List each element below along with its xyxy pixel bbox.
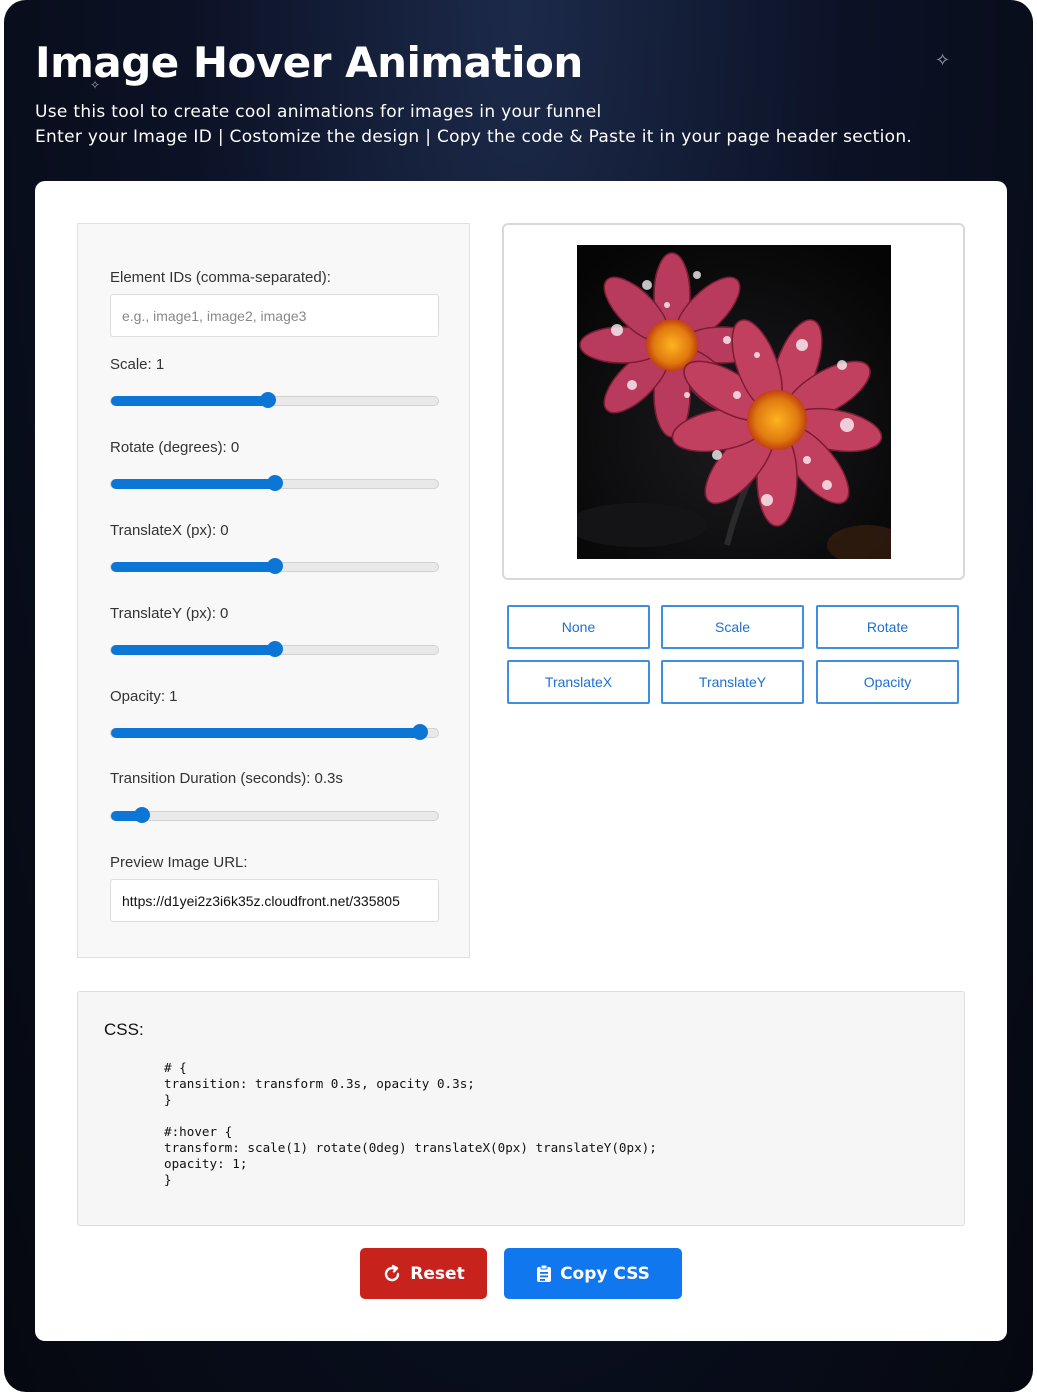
slider-thumb[interactable] xyxy=(134,807,150,823)
translatex-slider[interactable] xyxy=(110,558,439,574)
subtitle-line-2: Enter your Image ID | Costomize the desi… xyxy=(35,127,913,147)
slider-fill xyxy=(111,396,268,406)
duration-slider[interactable] xyxy=(110,807,439,823)
duration-label: Transition Duration (seconds): 0.3s xyxy=(110,770,343,787)
opacity-button[interactable]: Opacity xyxy=(816,660,959,704)
slider-fill xyxy=(111,562,275,572)
slider-thumb[interactable] xyxy=(267,641,283,657)
preview-url-label: Preview Image URL: xyxy=(110,854,248,871)
translatex-button[interactable]: TranslateX xyxy=(507,660,650,704)
scale-label: Scale: 1 xyxy=(110,356,165,373)
rotate-slider[interactable] xyxy=(110,475,439,491)
scale-button[interactable]: Scale xyxy=(661,605,804,649)
slider-thumb[interactable] xyxy=(267,558,283,574)
refresh-icon xyxy=(385,1264,400,1281)
page-subtitle: Use this tool to create cool animations … xyxy=(35,100,912,150)
slider-thumb[interactable] xyxy=(267,475,283,491)
preview-frame xyxy=(502,223,965,580)
element-ids-label: Element IDs (comma-separated): xyxy=(110,269,331,286)
opacity-label: Opacity: 1 xyxy=(110,688,178,705)
css-output-panel: CSS: # { transition: transform 0.3s, opa… xyxy=(77,991,965,1226)
clipboard-icon xyxy=(537,1264,552,1282)
slider-fill xyxy=(111,645,275,655)
reset-label: Reset xyxy=(410,1263,465,1284)
page-background: ✧ ✧ Image Hover Animation Use this tool … xyxy=(4,0,1033,1392)
slider-fill xyxy=(111,728,420,738)
rotate-label: Rotate (degrees): 0 xyxy=(110,439,240,456)
translatex-label: TranslateX (px): 0 xyxy=(110,522,229,539)
slider-fill xyxy=(111,479,275,489)
scale-slider[interactable] xyxy=(110,392,439,408)
copy-css-button[interactable]: Copy CSS xyxy=(504,1248,682,1299)
opacity-slider[interactable] xyxy=(110,724,439,740)
copy-css-label: Copy CSS xyxy=(560,1263,650,1284)
sparkle-icon: ✧ xyxy=(935,50,951,71)
css-label: CSS: xyxy=(104,1020,144,1039)
element-ids-input[interactable] xyxy=(110,294,439,337)
slider-thumb[interactable] xyxy=(412,724,428,740)
preview-url-input[interactable] xyxy=(110,879,439,922)
translatey-slider[interactable] xyxy=(110,641,439,657)
preview-image[interactable] xyxy=(577,245,891,559)
rotate-button[interactable]: Rotate xyxy=(816,605,959,649)
tool-card: Element IDs (comma-separated): Scale: 1 … xyxy=(35,181,1007,1341)
reset-button[interactable]: Reset xyxy=(360,1248,487,1299)
subtitle-line-1: Use this tool to create cool animations … xyxy=(35,102,602,122)
none-button[interactable]: None xyxy=(507,605,650,649)
flower-illustration xyxy=(577,245,891,559)
page-title: Image Hover Animation xyxy=(35,38,583,87)
css-code: # { transition: transform 0.3s, opacity … xyxy=(164,1060,657,1187)
controls-panel: Element IDs (comma-separated): Scale: 1 … xyxy=(77,223,470,958)
slider-thumb[interactable] xyxy=(260,392,276,408)
translatey-label: TranslateY (px): 0 xyxy=(110,605,229,622)
translatey-button[interactable]: TranslateY xyxy=(661,660,804,704)
